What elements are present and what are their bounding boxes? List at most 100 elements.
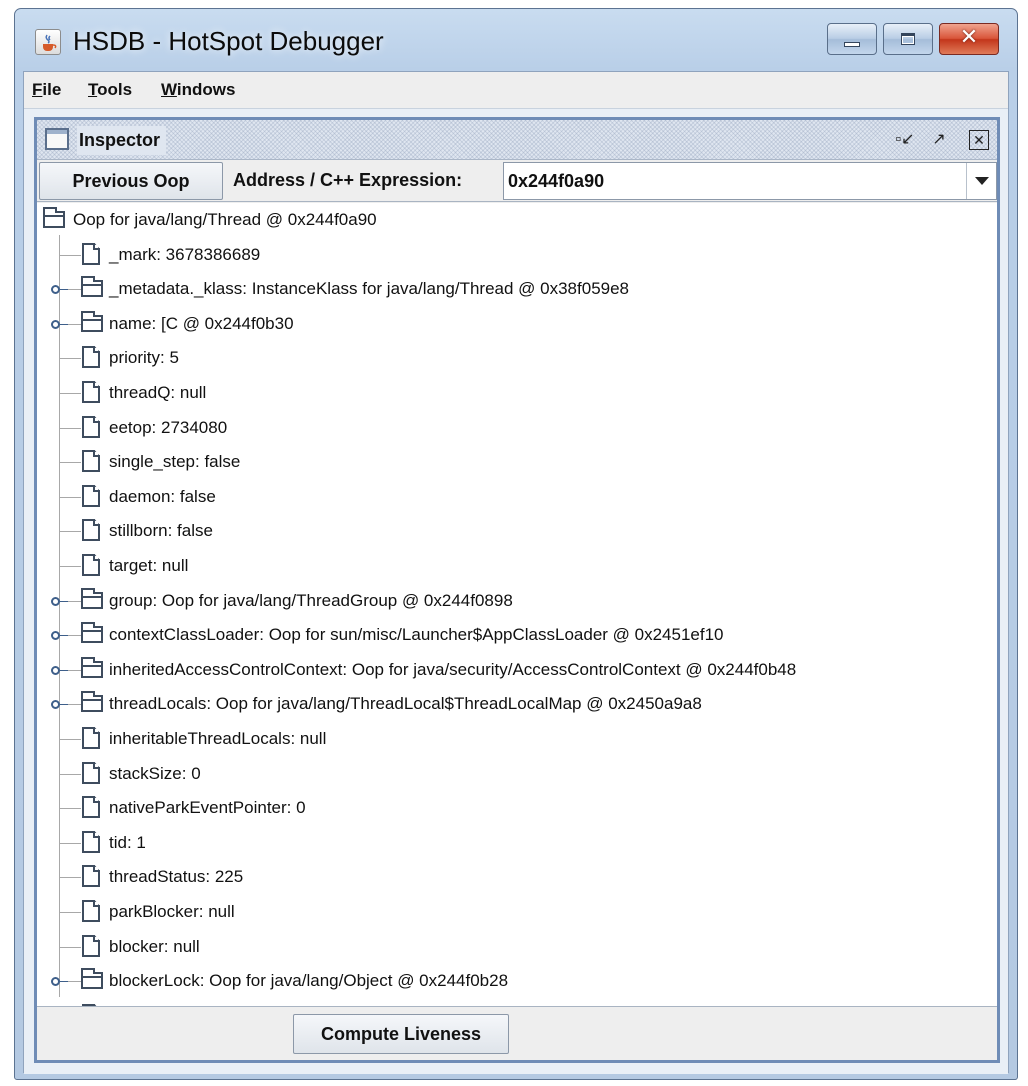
menu-windows[interactable]: Windows	[161, 80, 235, 100]
compute-liveness-button[interactable]: Compute Liveness	[293, 1014, 509, 1054]
tree-node[interactable]: threadStatus: 225	[37, 860, 997, 894]
tree-node[interactable]: tid: 1	[37, 826, 997, 860]
tree-node-label: parkBlocker: null	[109, 902, 235, 921]
tree-node[interactable]: target: null	[37, 549, 997, 583]
tree-root-node[interactable]: Oop for java/lang/Thread @ 0x244f0a90	[37, 203, 997, 237]
menu-file[interactable]: File	[32, 80, 61, 100]
tree-node[interactable]: single_step: false	[37, 445, 997, 479]
file-fold-icon	[93, 554, 100, 561]
tree-node[interactable]: threadQ: null	[37, 376, 997, 410]
tree-node-label: inheritedAccessControlContext: Oop for j…	[109, 660, 797, 679]
file-fold-icon	[93, 1004, 100, 1006]
tree-node-label: tid: 1	[109, 833, 146, 852]
file-fold-icon	[93, 935, 100, 942]
tree-node[interactable]: _metadata._klass: InstanceKlass for java…	[37, 272, 997, 306]
bottom-toolbar: Compute Liveness	[37, 1008, 997, 1060]
minimize-button[interactable]	[827, 23, 877, 55]
expand-toggle-icon[interactable]	[51, 977, 68, 986]
frame-maximize-icon[interactable]: ↗	[929, 130, 949, 150]
tree-node[interactable]: contextClassLoader: Oop for sun/misc/Lau…	[37, 618, 997, 652]
tree-connector	[59, 877, 81, 878]
tree-node[interactable]: name: [C @ 0x244f0b30	[37, 307, 997, 341]
inspector-title-bar[interactable]: Inspector ▫↙ ↗ ✕	[37, 120, 997, 160]
menu-file-mnemonic: F	[32, 80, 43, 99]
file-fold-icon	[93, 727, 100, 734]
address-input[interactable]: 0x244f0a90	[508, 171, 604, 192]
tree-node[interactable]: priority: 5	[37, 341, 997, 375]
client-area: File Tools Windows Inspector ▫↙ ↗ ✕ Prev…	[23, 71, 1009, 1074]
tree-node-label: daemon: false	[109, 487, 216, 506]
tree-connector	[59, 531, 81, 532]
tree-node[interactable]: nativeParkEventPointer: 0	[37, 791, 997, 825]
tree-node[interactable]: daemon: false	[37, 480, 997, 514]
frame-close-icon[interactable]: ✕	[969, 130, 989, 150]
expand-toggle-icon[interactable]	[51, 597, 68, 606]
dropdown-arrow-icon[interactable]	[966, 163, 996, 199]
address-label: Address / C++ Expression:	[233, 170, 463, 190]
tree-node-label: blockerLock: Oop for java/lang/Object @ …	[109, 971, 509, 990]
tree-connector	[59, 393, 81, 394]
close-icon: ✕	[959, 25, 979, 50]
tree-node[interactable]: inheritedAccessControlContext: Oop for j…	[37, 653, 997, 687]
maximize-icon	[901, 33, 915, 45]
title-bar[interactable]: HSDB - HotSpot Debugger ✕	[15, 9, 1017, 71]
expand-toggle-icon[interactable]	[51, 666, 68, 675]
tree-connector	[59, 912, 81, 913]
menu-windows-label: indows	[176, 80, 236, 99]
tree-node-label: single_step: false	[109, 452, 241, 471]
folder-icon	[81, 276, 103, 297]
tree-node-label: Oop for java/lang/Thread @ 0x244f0a90	[73, 210, 377, 229]
frame-window-icon	[45, 128, 69, 150]
tree-node[interactable]: stackSize: 0	[37, 757, 997, 791]
tree-node[interactable]: parkBlocker: null	[37, 895, 997, 929]
expand-toggle-icon[interactable]	[51, 631, 68, 640]
maximize-button[interactable]	[883, 23, 933, 55]
tree-node-label: name: [C @ 0x244f0b30	[109, 314, 294, 333]
tree-node[interactable]: inheritableThreadLocals: null	[37, 722, 997, 756]
tree-connector	[59, 739, 81, 740]
tree-node[interactable]: eetop: 2734080	[37, 411, 997, 445]
expand-toggle-icon[interactable]	[51, 285, 68, 294]
menu-tools[interactable]: Tools	[88, 80, 132, 100]
file-fold-icon	[93, 485, 100, 492]
file-fold-icon	[93, 519, 100, 526]
tree-node[interactable]: _mark: 3678386689	[37, 238, 997, 272]
window-title: HSDB - HotSpot Debugger	[73, 26, 384, 56]
tree-node-label: target: null	[109, 556, 189, 575]
expand-toggle-icon[interactable]	[51, 700, 68, 709]
folder-icon	[81, 622, 103, 643]
close-button[interactable]: ✕	[939, 23, 999, 55]
file-fold-icon	[93, 900, 100, 907]
tree-connector	[59, 428, 81, 429]
address-toolbar: Previous Oop Address / C++ Expression: 0…	[37, 160, 997, 202]
tree-connector	[59, 566, 81, 567]
tree-connector	[59, 255, 81, 256]
tree-node[interactable]: threadLocals: Oop for java/lang/ThreadLo…	[37, 687, 997, 721]
tree-node-label: stackSize: 0	[109, 764, 201, 783]
tree-node-label: _mark: 3678386689	[109, 245, 261, 264]
tree-node-label: uncaughtExceptionHandler: null	[109, 1006, 349, 1007]
iconify-icon[interactable]: ▫↙	[895, 130, 915, 150]
file-fold-icon	[93, 416, 100, 423]
tree-node[interactable]: blocker: null	[37, 930, 997, 964]
java-cup-icon[interactable]	[35, 29, 61, 55]
tree-node-label: group: Oop for java/lang/ThreadGroup @ 0…	[109, 591, 513, 610]
file-fold-icon	[93, 450, 100, 457]
tree-connector	[59, 947, 81, 948]
tree-node[interactable]: stillborn: false	[37, 514, 997, 548]
expand-toggle-icon[interactable]	[51, 320, 68, 329]
tree-connector	[59, 462, 81, 463]
tree-node-label: threadStatus: 225	[109, 867, 244, 886]
tree-node[interactable]: blockerLock: Oop for java/lang/Object @ …	[37, 964, 997, 998]
tree-node-label: priority: 5	[109, 348, 179, 367]
tree-node[interactable]: group: Oop for java/lang/ThreadGroup @ 0…	[37, 584, 997, 618]
file-fold-icon	[93, 346, 100, 353]
tree-node-label: threadLocals: Oop for java/lang/ThreadLo…	[109, 694, 702, 713]
inspector-title: Inspector	[77, 126, 167, 155]
tree-node[interactable]: uncaughtExceptionHandler: null	[37, 999, 997, 1007]
oop-tree[interactable]: Oop for java/lang/Thread @ 0x244f0a90 _m…	[37, 203, 997, 1007]
tree-node-label: contextClassLoader: Oop for sun/misc/Lau…	[109, 625, 724, 644]
address-combobox[interactable]: 0x244f0a90	[503, 162, 997, 200]
tree-connector	[59, 358, 81, 359]
previous-oop-button[interactable]: Previous Oop	[39, 162, 223, 200]
